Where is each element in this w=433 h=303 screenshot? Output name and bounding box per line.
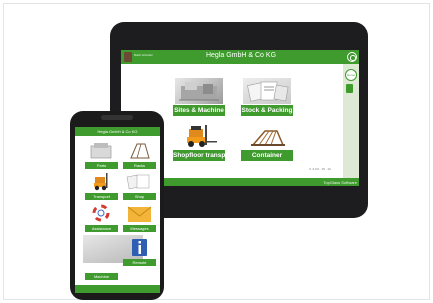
tile-label: Shop	[123, 193, 156, 200]
user-name: Martin Grünwald	[134, 54, 153, 57]
tile-label: Transport	[85, 193, 118, 200]
container-rack-icon	[243, 123, 291, 149]
tile-assistance[interactable]: Assistance	[85, 203, 118, 232]
assistance-icon	[87, 203, 116, 224]
tile-label: Messages	[123, 225, 156, 232]
tile-container[interactable]: Container	[241, 123, 293, 161]
settings-gear-icon[interactable]	[347, 52, 357, 62]
tile-label: Shopfloor transp	[173, 150, 226, 161]
tile-transport[interactable]: Transport	[85, 171, 118, 200]
parts-icon	[87, 140, 116, 161]
packing-photo-icon	[243, 78, 291, 104]
tile-machine-label-area: Machine	[85, 251, 118, 280]
forklift-icon	[175, 123, 223, 149]
home-button[interactable]: Home	[345, 69, 357, 81]
tile-label: Racks	[123, 162, 156, 169]
phone-screen: Hegla GmbH & Co KG Parts Racks Transport…	[75, 127, 160, 293]
tile-shopfloor-transport[interactable]: Shopfloor transp	[173, 123, 225, 161]
tile-shop[interactable]: Shop	[123, 171, 156, 200]
tile-label: Sites & Machine	[173, 105, 225, 116]
tile-messages[interactable]: Messages	[123, 203, 156, 232]
tablet-side-panel	[343, 64, 359, 178]
shop-photo-icon	[125, 171, 154, 192]
user-avatar	[124, 52, 132, 62]
tile-label: Parts	[85, 162, 118, 169]
tile-label: Container	[241, 150, 293, 161]
machine-photo-icon	[175, 78, 223, 104]
phone-footer-bar	[75, 285, 160, 293]
phone-header-bar: Hegla GmbH & Co KG	[75, 127, 160, 136]
tile-label: Remote	[123, 259, 156, 266]
phone-notch	[101, 115, 133, 120]
mail-icon	[125, 203, 154, 224]
tile-stock-packing[interactable]: Stock & Packing	[241, 78, 293, 116]
tile-remote[interactable]: Remote	[123, 237, 156, 266]
tablet-header-bar: Martin Grünwald Hegla GmbH & Co KG	[121, 50, 359, 64]
rack-icon	[125, 140, 154, 161]
tile-label: Assistance	[85, 225, 118, 232]
exit-icon[interactable]	[346, 84, 353, 93]
tile-parts[interactable]: Parts	[85, 140, 118, 169]
version-text: V. 3.0.0 . 15 . 10	[309, 167, 331, 171]
tablet-app-title: Hegla GmbH & Co KG	[205, 52, 277, 59]
tile-sites-machine[interactable]: Sites & Machine	[173, 78, 225, 116]
info-icon	[125, 237, 154, 258]
phone-app-title: Hegla GmbH & Co KG	[97, 129, 138, 134]
forklift-icon	[87, 171, 116, 192]
tile-label: Stock & Packing	[241, 105, 293, 116]
footer-text: TopGlass Software	[323, 179, 357, 185]
tile-racks[interactable]: Racks	[123, 140, 156, 169]
tile-label: Machine	[85, 273, 118, 280]
